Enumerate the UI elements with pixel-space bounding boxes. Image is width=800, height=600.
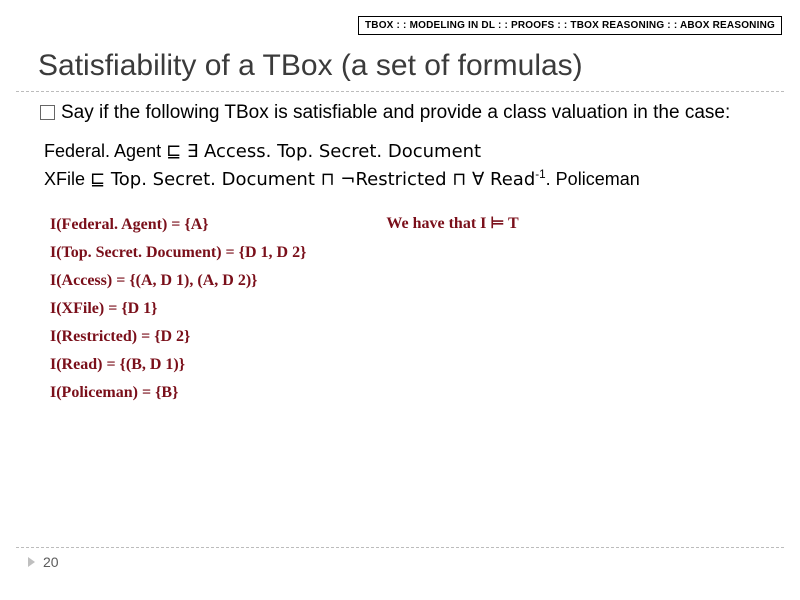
bullet-item: Say if the following TBox is satisfiable… [40, 100, 776, 126]
formula-line: XFile ⊑ Top. Secret. Document ⊓ ¬Restric… [44, 166, 776, 194]
breadcrumb-item: PROOFS [511, 20, 554, 31]
breadcrumb-item: ABOX REASONING [680, 20, 775, 31]
list-item: I(Access) = {(A, D 1), (A, D 2)} [50, 267, 306, 295]
list-item: I(Policeman) = {B} [50, 379, 306, 407]
breadcrumb: TBOX : : MODELING IN DL : : PROOFS : : T… [358, 16, 782, 35]
page-number-value: 20 [43, 554, 59, 570]
footer: 20 [16, 547, 784, 570]
list-item: I(Federal. Agent) = {A} [50, 211, 306, 239]
page-title: Satisfiability of a TBox (a set of formu… [0, 35, 800, 91]
list-item: I(Restricted) = {D 2} [50, 323, 306, 351]
content-area: Say if the following TBox is satisfiable… [0, 92, 800, 407]
formula-line: Federal. Agent ⊑ ∃ Access. Top. Secret. … [44, 138, 776, 166]
prompt-text: Say if the following TBox is satisfiable… [61, 100, 776, 126]
breadcrumb-item: MODELING IN DL [410, 20, 495, 31]
checkbox-icon [40, 105, 55, 120]
formula-block: Federal. Agent ⊑ ∃ Access. Top. Secret. … [44, 138, 776, 194]
arrow-right-icon [28, 557, 35, 567]
list-item: I(Read) = {(B, D 1)} [50, 351, 306, 379]
divider [16, 547, 784, 548]
conclusion-text: We have that I ⊨ T [386, 211, 518, 233]
breadcrumb-item: TBOX REASONING [570, 20, 664, 31]
list-item: I(Top. Secret. Document) = {D 1, D 2} [50, 239, 306, 267]
interpretation-block: I(Federal. Agent) = {A} I(Top. Secret. D… [50, 211, 776, 407]
page-number: 20 [28, 554, 784, 570]
list-item: I(XFile) = {D 1} [50, 295, 306, 323]
interpretation-list: I(Federal. Agent) = {A} I(Top. Secret. D… [50, 211, 306, 407]
breadcrumb-item: TBOX [365, 20, 394, 31]
